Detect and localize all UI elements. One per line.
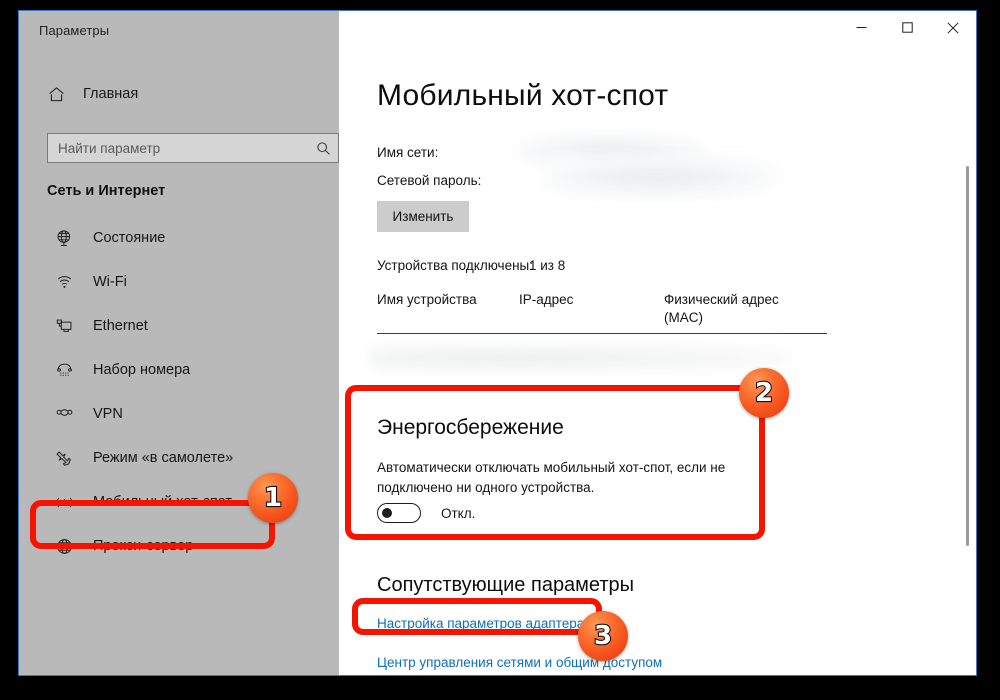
- power-saving-toggle-state: Откл.: [441, 505, 476, 521]
- search-box[interactable]: [47, 133, 339, 163]
- page-title: Мобильный хот-спот: [377, 79, 669, 112]
- power-saving-description: Автоматически отключать мобильный хот-сп…: [377, 460, 726, 495]
- column-header-device-name: Имя устройства: [377, 292, 477, 307]
- desktop-backdrop-top: [0, 0, 1000, 10]
- sidebar-item-label: Мобильный хот-спот: [93, 494, 233, 510]
- main-content: Мобильный хот-спот Имя сети: Сетевой пар…: [339, 11, 976, 675]
- sidebar-item-dialup[interactable]: Набор номера: [19, 348, 339, 392]
- power-saving-toggle-row: Откл.: [377, 503, 475, 523]
- sidebar-item-wifi[interactable]: Wi-Fi: [19, 260, 339, 304]
- sidebar-item-status[interactable]: Состояние: [19, 216, 339, 260]
- sidebar-item-proxy[interactable]: Прокси-сервер: [19, 524, 339, 568]
- desktop-backdrop-bottom: [0, 676, 1000, 700]
- sidebar-nav-list: Состояние Wi-Fi Ethernet Набор номера VP…: [19, 216, 339, 568]
- sidebar-section-heading: Сеть и Интернет: [47, 183, 166, 199]
- vpn-icon: [49, 405, 79, 424]
- toggle-knob: [382, 508, 392, 518]
- devices-connected-count: 1 из 8: [529, 258, 566, 273]
- settings-window: Параметры Главная Найти параметр Сеть и …: [18, 10, 977, 676]
- sidebar-item-label: Ethernet: [93, 318, 148, 334]
- sidebar-item-ethernet[interactable]: Ethernet: [19, 304, 339, 348]
- network-password-label: Сетевой пароль:: [377, 173, 482, 188]
- search-icon[interactable]: [308, 141, 338, 156]
- airplane-icon: [49, 449, 79, 468]
- hotspot-icon: [49, 493, 79, 512]
- wifi-icon: [49, 273, 79, 292]
- sidebar-item-label: Состояние: [93, 230, 166, 246]
- network-name-label: Имя сети:: [377, 145, 439, 160]
- content-scrollbar[interactable]: [962, 11, 974, 675]
- desktop-backdrop-right: [977, 0, 1000, 700]
- device-row-redacted: [369, 345, 789, 371]
- maximize-button[interactable]: [884, 12, 930, 43]
- edit-network-button[interactable]: Изменить: [377, 201, 469, 232]
- sidebar-item-label: Wi-Fi: [93, 274, 127, 290]
- related-settings-heading: Сопутствующие параметры: [377, 574, 635, 596]
- sidebar: Параметры Главная Найти параметр Сеть и …: [19, 11, 339, 675]
- proxy-globe-icon: [49, 537, 79, 556]
- dial-up-phone-icon: [49, 361, 79, 380]
- ethernet-icon: [49, 317, 79, 336]
- sidebar-item-mobile-hotspot[interactable]: Мобильный хот-спот: [19, 480, 339, 524]
- power-saving-heading: Энергосбережение: [377, 416, 564, 439]
- sidebar-item-home[interactable]: Главная: [31, 77, 329, 111]
- search-input[interactable]: [48, 140, 308, 156]
- sidebar-item-label: VPN: [93, 406, 123, 422]
- devices-connected-label: Устройства подключены:: [377, 258, 533, 273]
- power-saving-toggle[interactable]: [377, 503, 421, 523]
- network-sharing-center-link[interactable]: Центр управления сетями и общим доступом: [377, 655, 662, 670]
- network-name-value-redacted: [517, 135, 707, 167]
- globe-status-icon: [49, 229, 79, 248]
- sidebar-item-label: Набор номера: [93, 362, 191, 378]
- desktop-backdrop-left: [0, 0, 18, 700]
- sidebar-item-airplane-mode[interactable]: Режим «в самолете»: [19, 436, 339, 480]
- sidebar-home-label: Главная: [83, 86, 139, 102]
- window-title: Параметры: [39, 23, 110, 38]
- network-password-value-redacted: [544, 157, 779, 197]
- sidebar-item-vpn[interactable]: VPN: [19, 392, 339, 436]
- screen-root: Параметры Главная Найти параметр Сеть и …: [0, 0, 1000, 700]
- minimize-button[interactable]: [838, 12, 884, 43]
- sidebar-item-label: Прокси-сервер: [93, 538, 194, 554]
- home-icon: [39, 86, 73, 103]
- scrollbar-thumb[interactable]: [966, 166, 969, 546]
- sidebar-item-label: Режим «в самолете»: [93, 450, 234, 466]
- column-header-ip-address: IP-адрес: [519, 292, 574, 307]
- column-header-mac-address: Физический адрес (MAC): [664, 292, 779, 325]
- table-divider: [377, 333, 827, 334]
- adapter-settings-link[interactable]: Настройка параметров адаптера: [377, 616, 584, 631]
